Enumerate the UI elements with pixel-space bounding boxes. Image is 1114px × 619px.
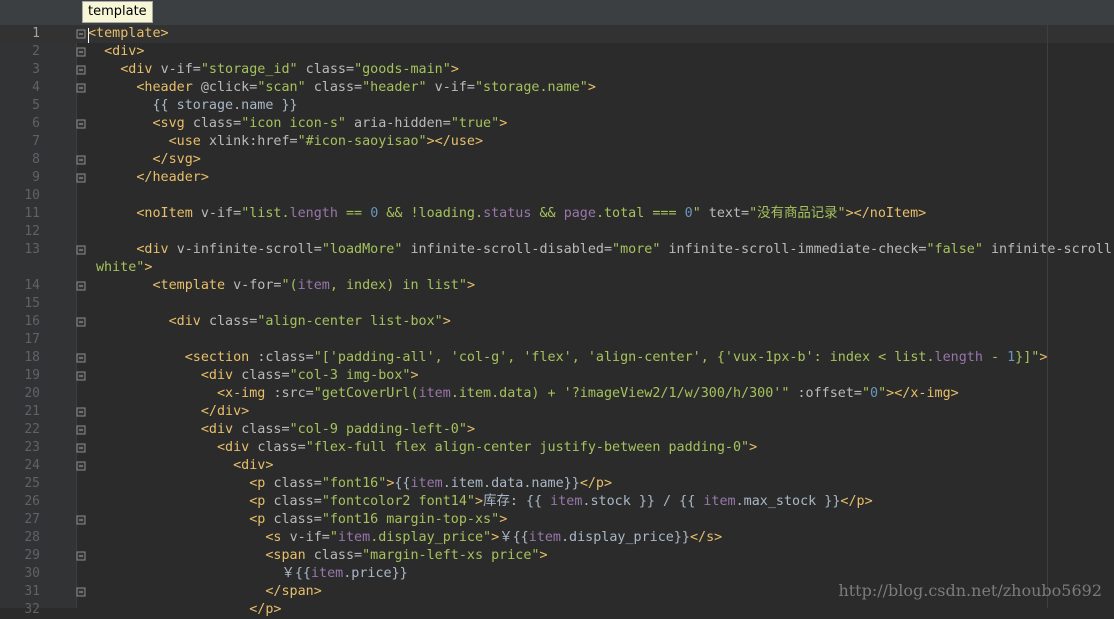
code-line[interactable]: </header> (88, 169, 209, 187)
line-number: 32 (0, 601, 40, 619)
line-number: 29 (0, 547, 40, 565)
line-number: 9 (0, 169, 40, 187)
code-line[interactable]: <template> (88, 25, 169, 43)
fold-marker-icon[interactable] (76, 155, 86, 165)
fold-marker-icon[interactable] (76, 371, 86, 381)
fold-marker-icon[interactable] (76, 47, 86, 57)
line-number: 5 (0, 97, 40, 115)
line-number: 24 (0, 457, 40, 475)
line-number: 3 (0, 61, 40, 79)
code-line[interactable]: <header @click="scan" class="header" v-i… (88, 79, 596, 97)
code-line[interactable]: <div> (88, 457, 273, 475)
fold-marker-icon[interactable] (76, 551, 86, 561)
line-number: 10 (0, 187, 40, 205)
fold-marker-icon[interactable] (76, 515, 86, 525)
line-number: 15 (0, 295, 40, 313)
fold-marker-icon[interactable] (76, 425, 86, 435)
editor-breadcrumb-bar: template (0, 0, 1114, 26)
line-number: 23 (0, 439, 40, 457)
code-line[interactable]: <div class="col-9 padding-left-0"> (88, 421, 475, 439)
right-margin-guide (1047, 25, 1048, 608)
line-number: 8 (0, 151, 40, 169)
code-line[interactable]: </div> (88, 403, 249, 421)
fold-marker-icon[interactable] (76, 353, 86, 363)
code-line[interactable]: </p> (88, 601, 282, 619)
line-number: 2 (0, 43, 40, 61)
line-number: 12 (0, 223, 40, 241)
line-number: 6 (0, 115, 40, 133)
code-line[interactable]: <div class="col-3 img-box"> (88, 367, 419, 385)
line-number: 27 (0, 511, 40, 529)
fold-marker-icon[interactable] (76, 65, 86, 75)
fold-marker-icon[interactable] (76, 281, 86, 291)
code-line[interactable]: <svg class="icon icon-s" aria-hidden="tr… (88, 115, 507, 133)
fold-marker-icon[interactable] (76, 83, 86, 93)
code-line[interactable]: ￥{{item.price}} (88, 565, 408, 583)
fold-marker-icon[interactable] (76, 173, 86, 183)
line-number: 26 (0, 493, 40, 511)
line-number: 20 (0, 385, 40, 403)
line-number: 25 (0, 475, 40, 493)
code-line[interactable]: <div v-if="storage_id" class="goods-main… (88, 61, 459, 79)
code-line[interactable]: <div v-infinite-scroll="loadMore" infini… (88, 241, 1114, 259)
line-number: 7 (0, 133, 40, 151)
code-line[interactable]: <div> (88, 43, 144, 61)
fold-marker-icon[interactable] (76, 587, 86, 597)
line-number: 13 (0, 241, 40, 259)
line-number: 11 (0, 205, 40, 223)
line-number: 22 (0, 421, 40, 439)
line-number: 18 (0, 349, 40, 367)
line-number: 14 (0, 277, 40, 295)
fold-marker-icon[interactable] (76, 443, 86, 453)
code-line[interactable]: <div class="flex-full flex align-center … (88, 439, 757, 457)
code-line[interactable]: <p class="font16 margin-top-xs"> (88, 511, 507, 529)
code-line[interactable]: <section :class="['padding-all', 'col-g'… (88, 349, 1047, 367)
code-line[interactable]: {{ storage.name }} (88, 97, 298, 115)
code-line[interactable]: <p class="fontcolor2 font14">库存: {{ item… (88, 493, 873, 511)
code-line[interactable]: <template v-for="(item, index) in list"> (88, 277, 475, 295)
code-line[interactable]: <span class="margin-left-xs price"> (88, 547, 548, 565)
fold-marker-icon[interactable] (76, 245, 86, 255)
code-line[interactable]: <x-img :src="getCoverUrl(item.item.data)… (88, 385, 959, 403)
line-number: 21 (0, 403, 40, 421)
code-line[interactable]: <div class="align-center list-box"> (88, 313, 451, 331)
watermark: http://blog.csdn.net/zhoubo5692 (838, 581, 1102, 600)
code-line[interactable]: <s v-if="item.display_price">￥{{item.dis… (88, 529, 722, 547)
fold-marker-icon[interactable] (76, 407, 86, 417)
fold-marker-icon[interactable] (76, 29, 86, 39)
line-number: 30 (0, 565, 40, 583)
code-line-wrap[interactable]: white"> (96, 259, 152, 277)
line-number: 1 (0, 25, 40, 43)
line-number: 16 (0, 313, 40, 331)
fold-marker-icon[interactable] (76, 317, 86, 327)
fold-marker-icon[interactable] (76, 119, 86, 129)
code-line[interactable]: </span> (88, 583, 322, 601)
line-number: 19 (0, 367, 40, 385)
line-number: 4 (0, 79, 40, 97)
line-number: 17 (0, 331, 40, 349)
breadcrumb[interactable]: template (82, 1, 153, 23)
line-number: 28 (0, 529, 40, 547)
code-line[interactable]: <noItem v-if="list.length == 0 && !loadi… (88, 205, 926, 223)
code-line[interactable]: <p class="font16">{{item.item.data.name}… (88, 475, 612, 493)
code-line[interactable]: </svg> (88, 151, 201, 169)
code-line[interactable]: <use xlink:href="#icon-saoyisao"></use> (88, 133, 483, 151)
fold-marker-icon[interactable] (76, 461, 86, 471)
line-number: 31 (0, 583, 40, 601)
